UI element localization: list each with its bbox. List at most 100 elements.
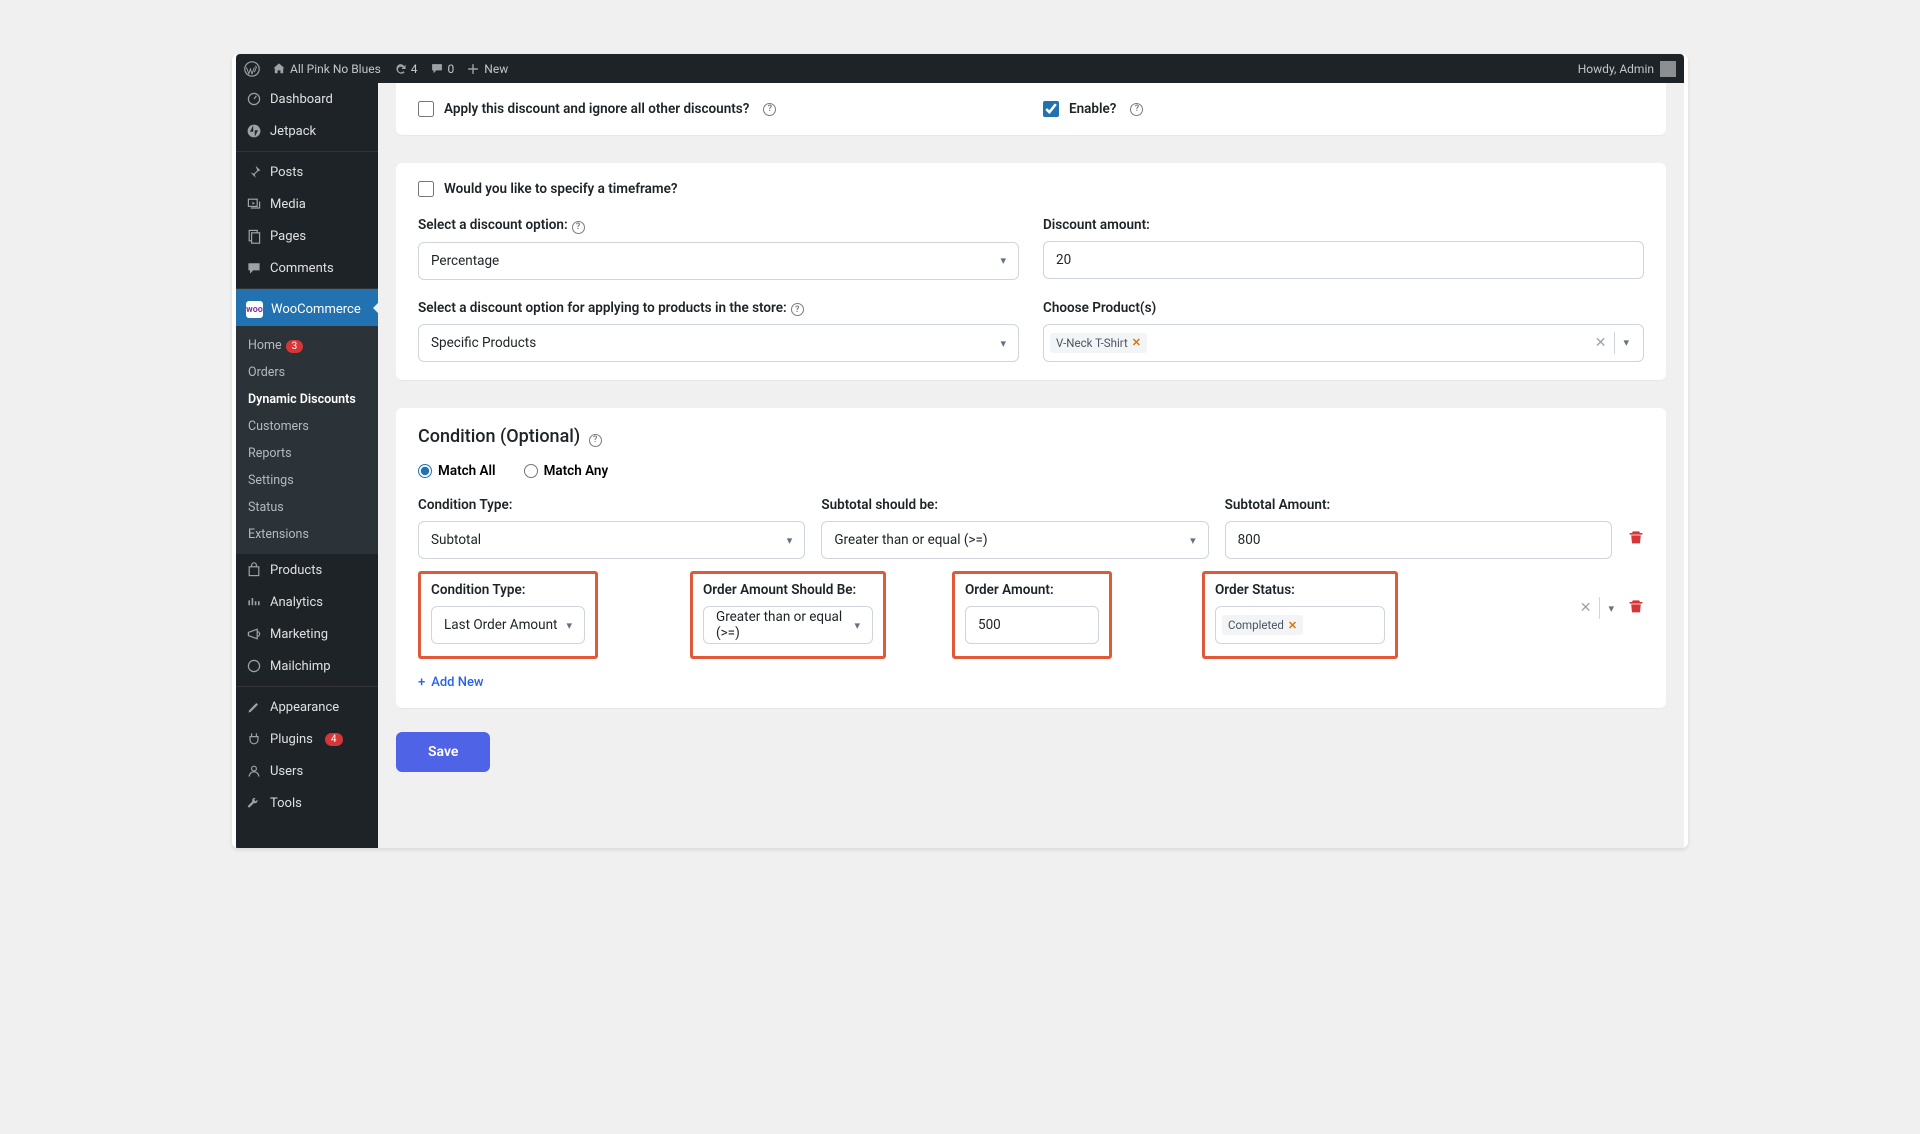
select-value: Greater than or equal (>=) xyxy=(716,609,854,641)
select-value: Greater than or equal (>=) xyxy=(834,532,987,548)
order-amount-input[interactable]: 500 xyxy=(965,606,1099,644)
menu-woocommerce[interactable]: wooWooCommerce xyxy=(236,288,378,326)
submenu-dynamic-discounts[interactable]: Dynamic Discounts xyxy=(236,386,378,413)
save-button[interactable]: Save xyxy=(396,732,490,772)
users-icon xyxy=(246,763,262,779)
menu-dashboard[interactable]: Dashboard xyxy=(236,83,378,115)
help-icon[interactable]: ? xyxy=(589,434,602,447)
submenu-orders[interactable]: Orders xyxy=(236,359,378,386)
submenu-reports[interactable]: Reports xyxy=(236,440,378,467)
menu-plugins[interactable]: Plugins4 xyxy=(236,723,378,755)
main-content: Apply this discount and ignore all other… xyxy=(378,83,1684,848)
help-icon[interactable]: ? xyxy=(572,221,585,234)
clear-all-icon[interactable]: ✕ xyxy=(1572,600,1600,616)
timeframe-checkbox[interactable]: Would you like to specify a timeframe? xyxy=(418,181,1644,197)
menu-label: Tools xyxy=(270,796,302,811)
condition-type-select[interactable]: Subtotal ▾ xyxy=(418,521,805,559)
admin-sidebar: Dashboard Jetpack Posts Media Pages Comm… xyxy=(236,83,378,848)
new-content[interactable]: New xyxy=(466,62,508,76)
radio-label: Match All xyxy=(438,463,496,479)
subtotal-op-label: Subtotal should be: xyxy=(821,497,1208,513)
menu-marketing[interactable]: Marketing xyxy=(236,618,378,650)
match-any-radio[interactable]: Match Any xyxy=(524,463,609,479)
menu-label: Pages xyxy=(270,229,306,244)
condition-row: Condition Type: Subtotal ▾ Subtotal shoul… xyxy=(418,497,1644,559)
chevron-down-icon[interactable]: ▾ xyxy=(1600,602,1622,615)
woocommerce-icon: woo xyxy=(246,301,263,318)
submenu-settings[interactable]: Settings xyxy=(236,467,378,494)
order-amount-label: Order Amount: xyxy=(965,582,1099,598)
input-value: 800 xyxy=(1238,532,1261,548)
menu-media[interactable]: Media xyxy=(236,188,378,220)
select-value: Last Order Amount xyxy=(444,617,557,633)
menu-comments[interactable]: Comments xyxy=(236,252,378,284)
panel-discount-settings: Would you like to specify a timeframe? S… xyxy=(396,163,1666,380)
wp-admin-bar: All Pink No Blues 4 0 New Howdy, Admin xyxy=(236,54,1684,83)
menu-tools[interactable]: Tools xyxy=(236,787,378,819)
plugins-icon xyxy=(246,731,262,747)
choose-products-label: Choose Product(s) xyxy=(1043,300,1644,316)
input-value: 20 xyxy=(1056,252,1071,268)
help-icon[interactable]: ? xyxy=(791,303,804,316)
add-condition-button[interactable]: +Add New xyxy=(418,675,484,690)
tag-label: Completed xyxy=(1228,618,1284,632)
wp-logo-icon[interactable] xyxy=(244,61,260,77)
menu-appearance[interactable]: Appearance xyxy=(236,686,378,723)
menu-products[interactable]: Products xyxy=(236,554,378,586)
order-amount-op-select[interactable]: Greater than or equal (>=)▾ xyxy=(703,606,873,644)
subtotal-amount-input[interactable]: 800 xyxy=(1225,521,1612,559)
order-status-select[interactable]: Completed ✕ xyxy=(1215,606,1385,644)
analytics-icon xyxy=(246,594,262,610)
select-value: Subtotal xyxy=(431,532,481,548)
condition-type-label: Condition Type: xyxy=(418,497,805,513)
pages-icon xyxy=(246,228,262,244)
tag-label: V-Neck T-Shirt xyxy=(1056,336,1128,350)
status-tag: Completed ✕ xyxy=(1222,615,1303,635)
comments-indicator[interactable]: 0 xyxy=(430,62,455,76)
products-icon xyxy=(246,562,262,578)
submenu-extensions[interactable]: Extensions xyxy=(236,521,378,548)
enable-checkbox[interactable]: Enable?? xyxy=(1043,101,1644,117)
site-link[interactable]: All Pink No Blues xyxy=(272,62,381,76)
submenu-customers[interactable]: Customers xyxy=(236,413,378,440)
chevron-down-icon: ▾ xyxy=(1000,337,1006,350)
condition-type-select[interactable]: Last Order Amount▾ xyxy=(431,606,585,644)
chevron-down-icon: ▾ xyxy=(854,619,860,632)
menu-mailchimp[interactable]: Mailchimp xyxy=(236,650,378,682)
menu-users[interactable]: Users xyxy=(236,755,378,787)
submenu-status[interactable]: Status xyxy=(236,494,378,521)
menu-label: Posts xyxy=(270,165,303,180)
clear-all-icon[interactable]: ✕ xyxy=(1587,335,1615,351)
input-value: 500 xyxy=(978,617,1001,633)
jetpack-icon xyxy=(246,123,262,139)
menu-label: Plugins xyxy=(270,732,313,747)
subtotal-op-select[interactable]: Greater than or equal (>=)▾ xyxy=(821,521,1208,559)
menu-pages[interactable]: Pages xyxy=(236,220,378,252)
updates-indicator[interactable]: 4 xyxy=(393,62,418,76)
discount-amount-input[interactable]: 20 xyxy=(1043,241,1644,279)
remove-tag-icon[interactable]: ✕ xyxy=(1288,619,1297,632)
help-icon[interactable]: ? xyxy=(763,103,776,116)
apply-products-select[interactable]: Specific Products▾ xyxy=(418,324,1019,362)
refresh-icon xyxy=(393,62,407,76)
help-icon[interactable]: ? xyxy=(1130,103,1143,116)
chevron-down-icon[interactable]: ▾ xyxy=(1615,336,1637,349)
menu-posts[interactable]: Posts xyxy=(236,151,378,188)
discount-amount-label: Discount amount: xyxy=(1043,217,1644,233)
apply-ignore-checkbox[interactable]: Apply this discount and ignore all other… xyxy=(418,101,1019,117)
order-amount-op-label: Order Amount Should Be: xyxy=(703,582,873,598)
discount-option-select[interactable]: Percentage▾ xyxy=(418,242,1019,280)
menu-jetpack[interactable]: Jetpack xyxy=(236,115,378,147)
match-all-radio[interactable]: Match All xyxy=(418,463,496,479)
submenu-home[interactable]: Home3 xyxy=(236,332,378,359)
chevron-down-icon: ▾ xyxy=(787,534,793,547)
delete-condition-button[interactable] xyxy=(1628,598,1644,618)
account-menu[interactable]: Howdy, Admin xyxy=(1578,61,1676,77)
remove-tag-icon[interactable]: ✕ xyxy=(1132,336,1141,349)
panel-conditions: Condition (Optional) ? Match All Match A… xyxy=(396,408,1666,708)
menu-label: Dashboard xyxy=(270,92,333,107)
discount-option-label: Select a discount option:? xyxy=(418,217,1019,234)
menu-analytics[interactable]: Analytics xyxy=(236,586,378,618)
delete-condition-button[interactable] xyxy=(1628,497,1644,549)
choose-products-select[interactable]: V-Neck T-Shirt✕ ✕▾ xyxy=(1043,324,1644,362)
